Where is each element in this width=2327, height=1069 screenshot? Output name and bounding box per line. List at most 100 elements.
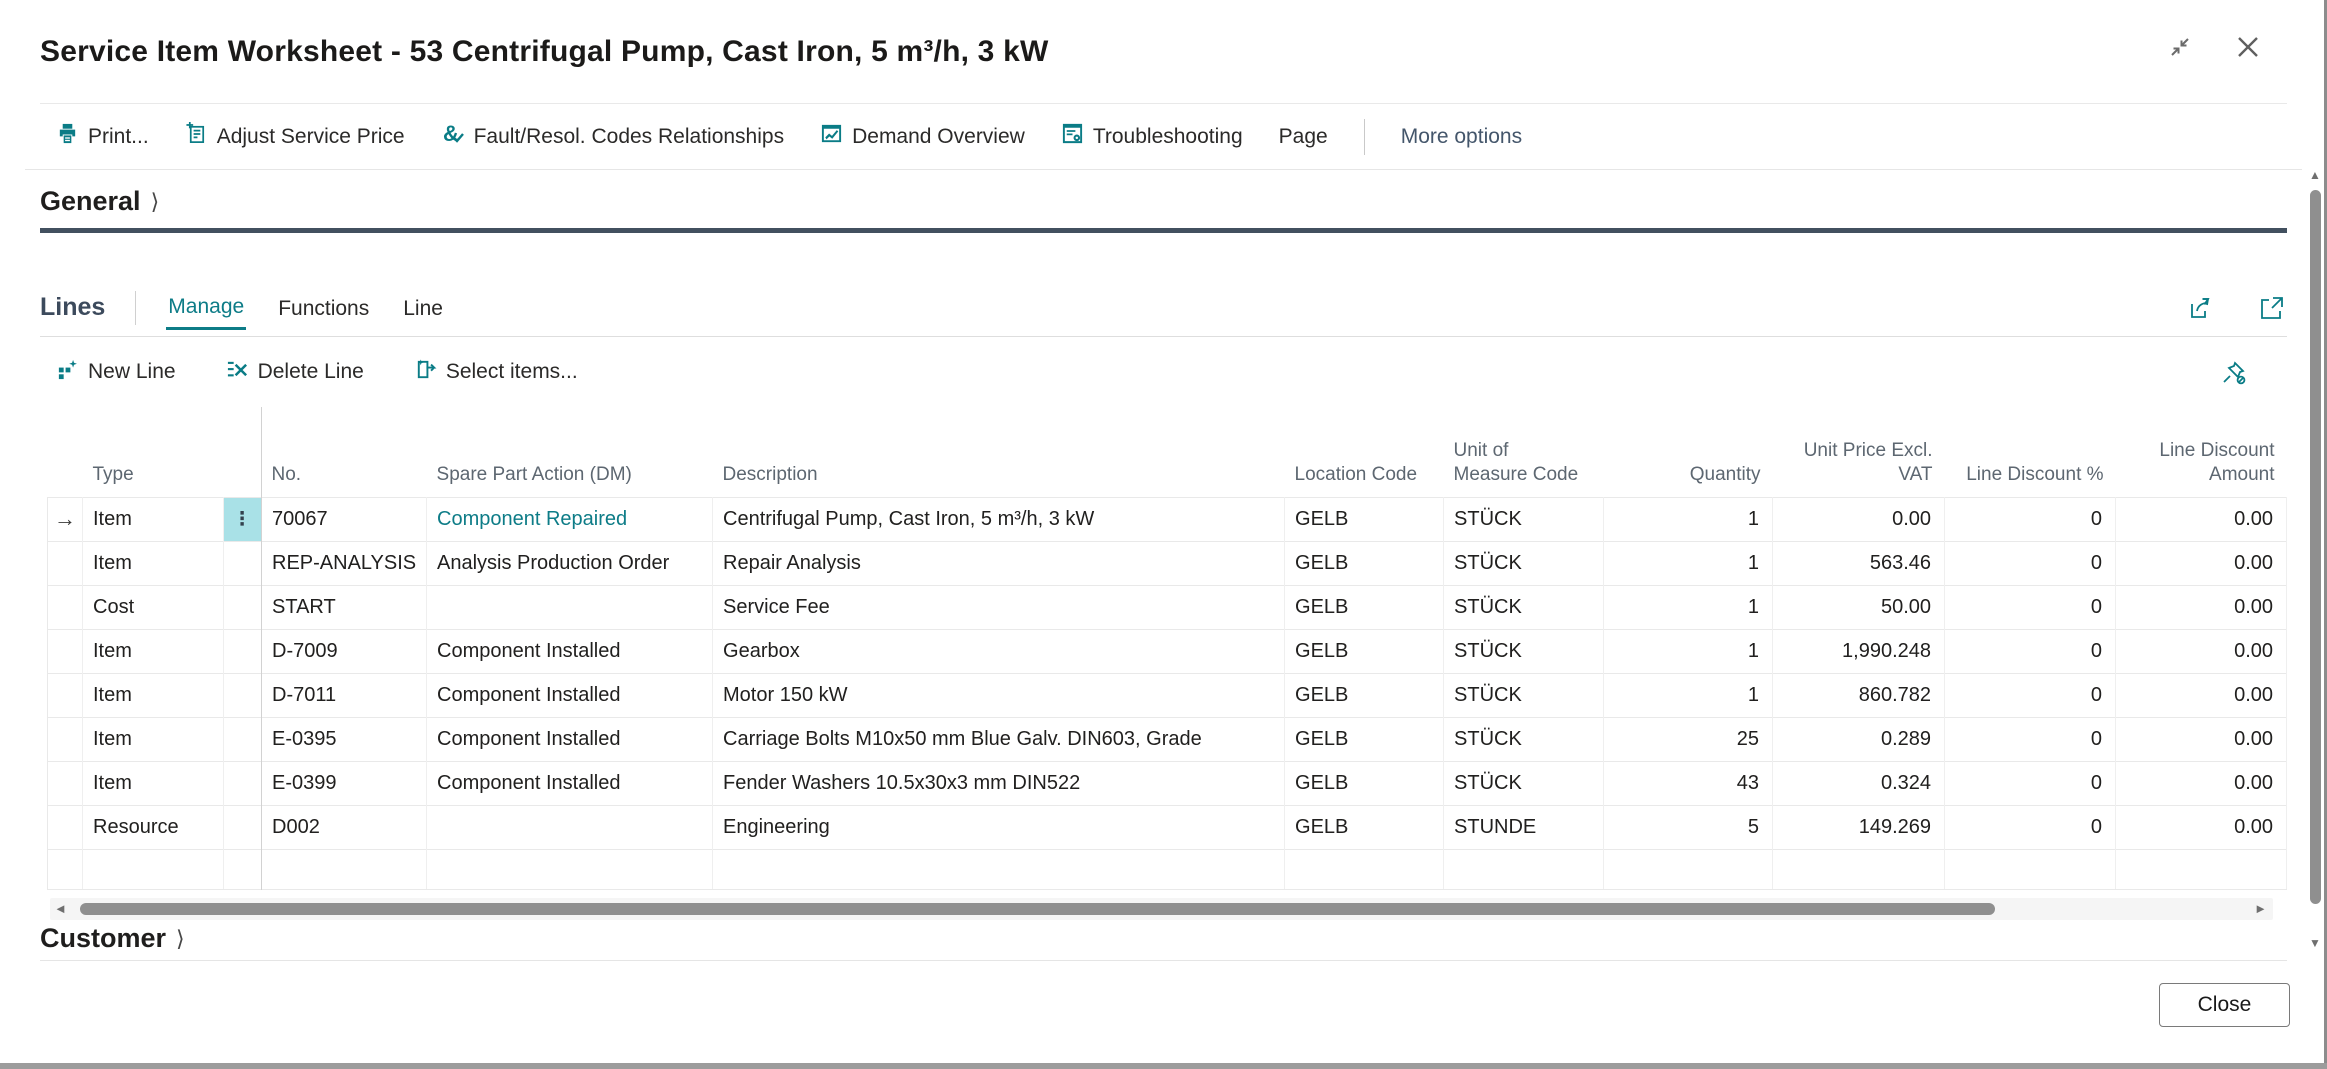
type-cell[interactable] <box>83 849 224 889</box>
row-indicator-cell[interactable] <box>48 673 83 717</box>
col-header-spare-part-action[interactable]: Spare Part Action (DM) <box>427 407 713 497</box>
description-cell[interactable]: Repair Analysis <box>713 541 1285 585</box>
line-discount-amount-cell[interactable]: 0.00 <box>2116 805 2287 849</box>
description-cell[interactable]: Motor 150 kW <box>713 673 1285 717</box>
horizontal-scrollbar[interactable]: ◄ ► <box>50 898 2273 920</box>
type-cell[interactable]: Item <box>83 717 224 761</box>
line-discount-pct-cell[interactable] <box>1945 849 2116 889</box>
row-indicator-cell[interactable] <box>48 629 83 673</box>
delete-line-button[interactable]: Delete Line <box>226 358 364 387</box>
location-code-cell[interactable]: GELB <box>1285 673 1444 717</box>
line-discount-pct-cell[interactable]: 0 <box>1945 805 2116 849</box>
quantity-cell[interactable]: 5 <box>1604 805 1773 849</box>
scroll-down-icon[interactable]: ▼ <box>2309 936 2321 950</box>
close-icon[interactable] <box>2231 30 2265 64</box>
row-menu-cell[interactable] <box>224 849 262 889</box>
row-menu-cell[interactable] <box>224 805 262 849</box>
description-cell[interactable]: Centrifugal Pump, Cast Iron, 5 m³/h, 3 k… <box>713 497 1285 541</box>
description-cell[interactable]: Carriage Bolts M10x50 mm Blue Galv. DIN6… <box>713 717 1285 761</box>
no-cell[interactable]: D002 <box>262 805 427 849</box>
more-options-button[interactable]: More options <box>1401 125 1522 149</box>
quantity-cell[interactable]: 25 <box>1604 717 1773 761</box>
spare-part-action-cell[interactable] <box>427 849 713 889</box>
location-code-cell[interactable] <box>1285 849 1444 889</box>
location-code-cell[interactable]: GELB <box>1285 805 1444 849</box>
row-menu-cell[interactable] <box>224 585 262 629</box>
quantity-cell[interactable]: 43 <box>1604 761 1773 805</box>
spare-part-action-cell[interactable]: Component Installed <box>427 717 713 761</box>
location-code-cell[interactable]: GELB <box>1285 629 1444 673</box>
unit-price-cell[interactable]: 563.46 <box>1773 541 1945 585</box>
no-cell[interactable]: D-7009 <box>262 629 427 673</box>
quantity-cell[interactable]: 1 <box>1604 497 1773 541</box>
row-indicator-cell[interactable] <box>48 541 83 585</box>
page-menu-button[interactable]: Page <box>1279 125 1328 149</box>
uom-cell[interactable]: STÜCK <box>1444 585 1604 629</box>
select-items-button[interactable]: Select items... <box>414 358 578 387</box>
scroll-left-icon[interactable]: ◄ <box>54 898 67 920</box>
vertical-scrollbar[interactable]: ▲ ▼ <box>2308 168 2323 950</box>
no-cell[interactable] <box>262 849 427 889</box>
description-cell[interactable]: Fender Washers 10.5x30x3 mm DIN522 <box>713 761 1285 805</box>
line-discount-amount-cell[interactable]: 0.00 <box>2116 541 2287 585</box>
spare-part-action-cell[interactable]: Component Installed <box>427 673 713 717</box>
description-cell[interactable] <box>713 849 1285 889</box>
unit-price-cell[interactable]: 0.289 <box>1773 717 1945 761</box>
unit-price-cell[interactable]: 149.269 <box>1773 805 1945 849</box>
no-cell[interactable]: E-0395 <box>262 717 427 761</box>
line-discount-pct-cell[interactable]: 0 <box>1945 585 2116 629</box>
no-cell[interactable]: E-0399 <box>262 761 427 805</box>
row-menu-cell[interactable] <box>224 629 262 673</box>
print-button[interactable]: Print... <box>56 122 149 151</box>
uom-cell[interactable]: STUNDE <box>1444 805 1604 849</box>
row-indicator-cell[interactable] <box>48 585 83 629</box>
spare-part-action-cell[interactable]: Component Installed <box>427 761 713 805</box>
row-menu-cell[interactable] <box>224 717 262 761</box>
scroll-right-icon[interactable]: ► <box>2254 898 2267 920</box>
spare-part-action-cell[interactable]: Component Installed <box>427 629 713 673</box>
type-cell[interactable]: Item <box>83 541 224 585</box>
line-discount-amount-cell[interactable]: 0.00 <box>2116 629 2287 673</box>
unit-price-cell[interactable]: 860.782 <box>1773 673 1945 717</box>
type-cell[interactable]: Item <box>83 497 224 541</box>
row-menu-cell[interactable] <box>224 541 262 585</box>
row-menu-cell[interactable]: ⋮ <box>224 497 262 541</box>
row-indicator-cell[interactable] <box>48 849 83 889</box>
description-cell[interactable]: Service Fee <box>713 585 1285 629</box>
location-code-cell[interactable]: GELB <box>1285 497 1444 541</box>
new-line-button[interactable]: New Line <box>56 358 176 387</box>
type-cell[interactable]: Item <box>83 673 224 717</box>
line-discount-pct-cell[interactable]: 0 <box>1945 673 2116 717</box>
location-code-cell[interactable]: GELB <box>1285 585 1444 629</box>
vertical-scrollbar-thumb[interactable] <box>2310 190 2321 904</box>
row-indicator-cell[interactable] <box>48 805 83 849</box>
unit-price-cell[interactable]: 0.324 <box>1773 761 1945 805</box>
open-in-new-window-icon[interactable] <box>2259 295 2285 321</box>
unit-price-cell[interactable]: 0.00 <box>1773 497 1945 541</box>
description-cell[interactable]: Gearbox <box>713 629 1285 673</box>
col-header-uom-code[interactable]: Unit of Measure Code <box>1444 407 1604 497</box>
col-header-quantity[interactable]: Quantity <box>1604 407 1773 497</box>
line-discount-amount-cell[interactable]: 0.00 <box>2116 761 2287 805</box>
row-indicator-cell[interactable]: → <box>48 497 83 541</box>
line-discount-pct-cell[interactable]: 0 <box>1945 629 2116 673</box>
unit-price-cell[interactable]: 50.00 <box>1773 585 1945 629</box>
troubleshooting-button[interactable]: Troubleshooting <box>1061 122 1243 151</box>
uom-cell[interactable]: STÜCK <box>1444 717 1604 761</box>
quantity-cell[interactable]: 1 <box>1604 629 1773 673</box>
scroll-up-icon[interactable]: ▲ <box>2309 168 2321 182</box>
col-header-line-discount-pct[interactable]: Line Discount % <box>1945 407 2116 497</box>
share-icon[interactable] <box>2189 295 2215 321</box>
adjust-service-price-button[interactable]: Adjust Service Price <box>185 122 405 151</box>
location-code-cell[interactable]: GELB <box>1285 541 1444 585</box>
col-header-unit-price[interactable]: Unit Price Excl. VAT <box>1773 407 1945 497</box>
spare-part-action-cell[interactable] <box>427 585 713 629</box>
close-button[interactable]: Close <box>2159 983 2290 1027</box>
type-cell[interactable]: Item <box>83 629 224 673</box>
uom-cell[interactable]: STÜCK <box>1444 673 1604 717</box>
line-discount-amount-cell[interactable] <box>2116 849 2287 889</box>
quantity-cell[interactable]: 1 <box>1604 585 1773 629</box>
quantity-cell[interactable]: 1 <box>1604 673 1773 717</box>
no-cell[interactable]: REP-ANALYSIS <box>262 541 427 585</box>
uom-cell[interactable]: STÜCK <box>1444 497 1604 541</box>
